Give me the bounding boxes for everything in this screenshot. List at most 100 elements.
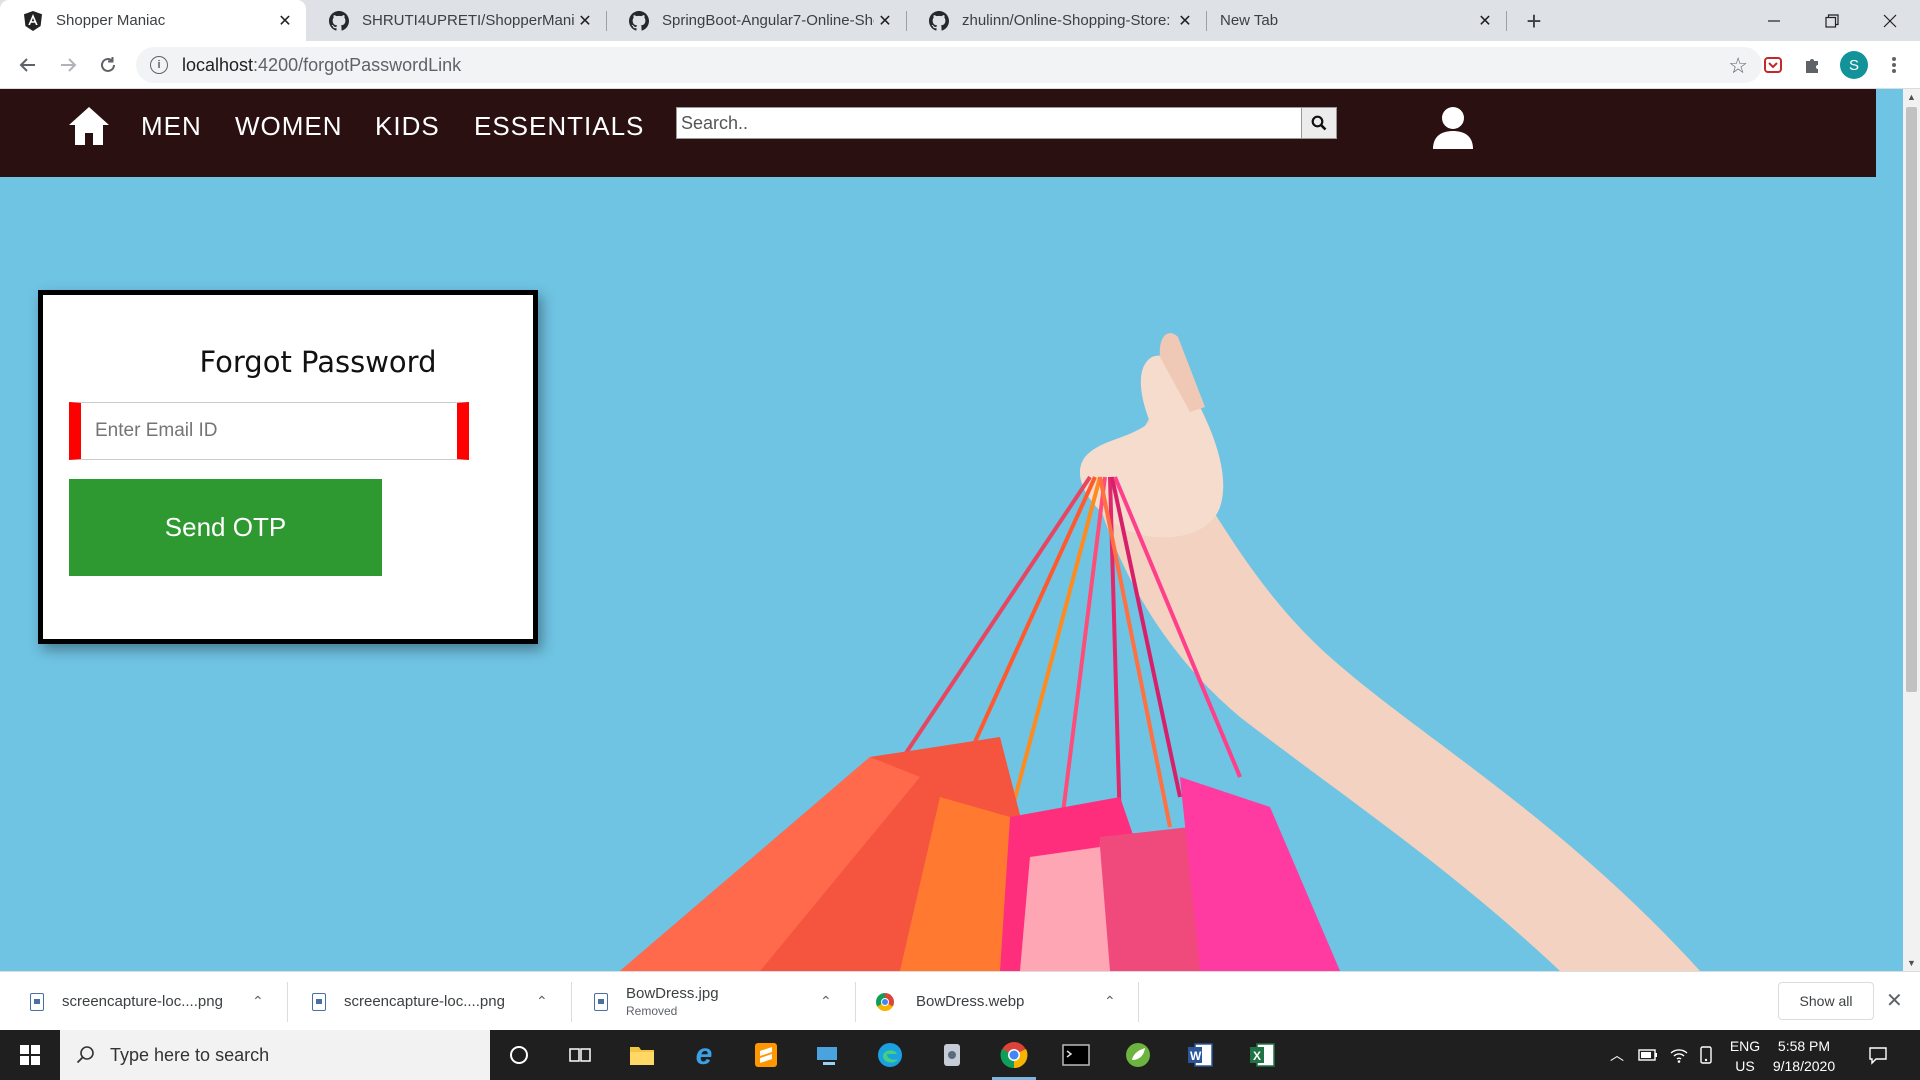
chevron-up-icon[interactable]: ⌃ [1104,993,1116,1010]
close-icon[interactable]: ✕ [874,10,896,32]
tab-title: SpringBoot-Angular7-Online-Sho [662,12,874,29]
download-item[interactable]: BowDress.jpg Removed ⌃ [594,972,834,1031]
download-status: Removed [626,1004,678,1018]
site-navbar: MEN WOMEN KIDS ESSENTIALS Search.. [0,89,1876,177]
task-view-icon[interactable] [564,1039,596,1071]
spring-tool-suite-icon[interactable] [1122,1039,1154,1071]
terminal-icon[interactable] [1060,1039,1092,1071]
file-icon [312,992,326,1011]
file-icon [30,992,44,1011]
chrome-file-icon [876,992,894,1011]
restore-button[interactable] [1803,0,1861,41]
forgot-password-card: Forgot Password Send OTP [38,290,538,644]
nav-link-women[interactable]: WOMEN [235,111,343,142]
bookmark-star-icon[interactable]: ☆ [1728,53,1748,79]
scroll-down-icon[interactable]: ▼ [1907,958,1916,968]
close-icon[interactable]: ✕ [1474,10,1496,32]
search-button[interactable] [1301,107,1337,139]
send-otp-button[interactable]: Send OTP [69,479,382,576]
restore-icon [1825,13,1839,28]
download-item[interactable]: screencapture-loc....png ⌃ [30,972,270,1031]
sublime-text-icon[interactable] [750,1039,782,1071]
tab-github-shoppermaniac[interactable]: SHRUTI4UPRETI/ShopperManiac ✕ [306,0,606,41]
input-language-indicator[interactable]: ENG US [1725,1036,1765,1076]
download-filename: screencapture-loc....png [344,993,505,1010]
email-field[interactable] [69,402,469,460]
tab-new-tab[interactable]: New Tab ✕ [1206,0,1506,41]
user-account-icon[interactable] [1431,105,1475,149]
reload-button[interactable] [92,49,124,81]
github-icon [928,10,950,32]
close-icon[interactable]: ✕ [274,10,296,32]
notification-center-icon[interactable] [1862,1039,1894,1071]
address-bar[interactable]: i localhost:4200/forgotPasswordLink ☆ [136,47,1762,83]
nav-link-men[interactable]: MEN [141,111,202,142]
show-all-button[interactable]: Show all [1778,982,1874,1020]
forward-button[interactable] [52,49,84,81]
scroll-up-icon[interactable]: ▲ [1907,92,1916,102]
cortana-icon[interactable] [503,1039,535,1071]
new-tab-button[interactable]: + [1519,6,1549,36]
page-viewport: MEN WOMEN KIDS ESSENTIALS Search.. Forgo… [0,89,1920,971]
page-scrollbar[interactable]: ▲ ▼ [1903,89,1920,971]
file-explorer-icon[interactable] [626,1039,658,1071]
close-icon[interactable]: ✕ [1174,10,1196,32]
chrome-icon[interactable] [992,1039,1036,1080]
close-icon[interactable]: ✕ [1886,988,1903,1013]
info-icon[interactable]: i [150,56,168,74]
tab-shopper-maniac[interactable]: Shopper Maniac ✕ [0,0,306,41]
search-icon [1311,115,1327,131]
excel-icon[interactable]: X [1246,1039,1278,1071]
github-icon [328,10,350,32]
close-window-button[interactable] [1861,0,1919,41]
divider [1138,982,1139,1022]
windows-icon [20,1045,40,1065]
browser-tab-strip: Shopper Maniac ✕ SHRUTI4UPRETI/ShopperMa… [0,0,1920,41]
nav-link-kids[interactable]: KIDS [375,111,440,142]
angular-icon [22,10,44,32]
internet-explorer-icon[interactable]: e [688,1038,720,1071]
nav-link-essentials[interactable]: ESSENTIALS [474,111,644,142]
home-icon[interactable] [67,105,111,149]
close-icon[interactable]: ✕ [574,10,596,32]
browser-toolbar: i localhost:4200/forgotPasswordLink ☆ S [0,41,1920,89]
remote-desktop-icon[interactable] [812,1039,844,1071]
chevron-up-icon[interactable]: ⌃ [536,993,548,1010]
taskbar-search-input[interactable]: Type here to search [60,1030,490,1080]
svg-text:X: X [1253,1049,1261,1063]
svg-text:W: W [1190,1049,1202,1063]
system-tray: ︿ [1610,1030,1720,1080]
tab-github-zhulinn[interactable]: zhulinn/Online-Shopping-Store: ✕ [906,0,1206,41]
download-item[interactable]: BowDress.webp ⌃ [876,972,1116,1031]
back-button[interactable] [12,49,44,81]
chevron-up-icon[interactable]: ⌃ [252,993,264,1010]
edge-icon[interactable] [874,1039,906,1071]
clock-date: 9/18/2020 [1772,1058,1836,1074]
download-item[interactable]: screencapture-loc....png ⌃ [312,972,552,1031]
battery-icon [1638,1049,1657,1061]
security-app-icon[interactable] [936,1039,968,1071]
scrollbar-thumb[interactable] [1906,107,1917,692]
extensions-puzzle-icon[interactable] [1796,49,1828,81]
divider [855,982,856,1022]
word-icon[interactable]: W [1184,1039,1216,1071]
system-clock[interactable]: 5:58 PM 9/18/2020 [1762,1036,1846,1076]
start-button[interactable] [0,1030,60,1080]
download-filename: screencapture-loc....png [62,993,223,1010]
github-icon [628,10,650,32]
menu-kebab-icon[interactable] [1878,49,1910,81]
lang-code: ENG [1729,1038,1761,1054]
download-filename: BowDress.webp [916,993,1025,1010]
profile-avatar[interactable]: S [1840,51,1868,79]
divider [571,982,572,1022]
site-search-input[interactable]: Search.. [676,107,1302,139]
pocket-extension-icon[interactable] [1757,49,1789,81]
url-text: localhost:4200/forgotPasswordLink [182,54,462,75]
minimize-button[interactable] [1745,0,1803,41]
tab-github-springboot[interactable]: SpringBoot-Angular7-Online-Sho ✕ [606,0,906,41]
chevron-up-icon[interactable]: ︿ [1610,1045,1624,1065]
reload-icon [101,57,115,72]
tab-title: zhulinn/Online-Shopping-Store: [962,12,1171,29]
chevron-up-icon[interactable]: ⌃ [820,993,832,1010]
arrow-left-icon [19,58,35,72]
